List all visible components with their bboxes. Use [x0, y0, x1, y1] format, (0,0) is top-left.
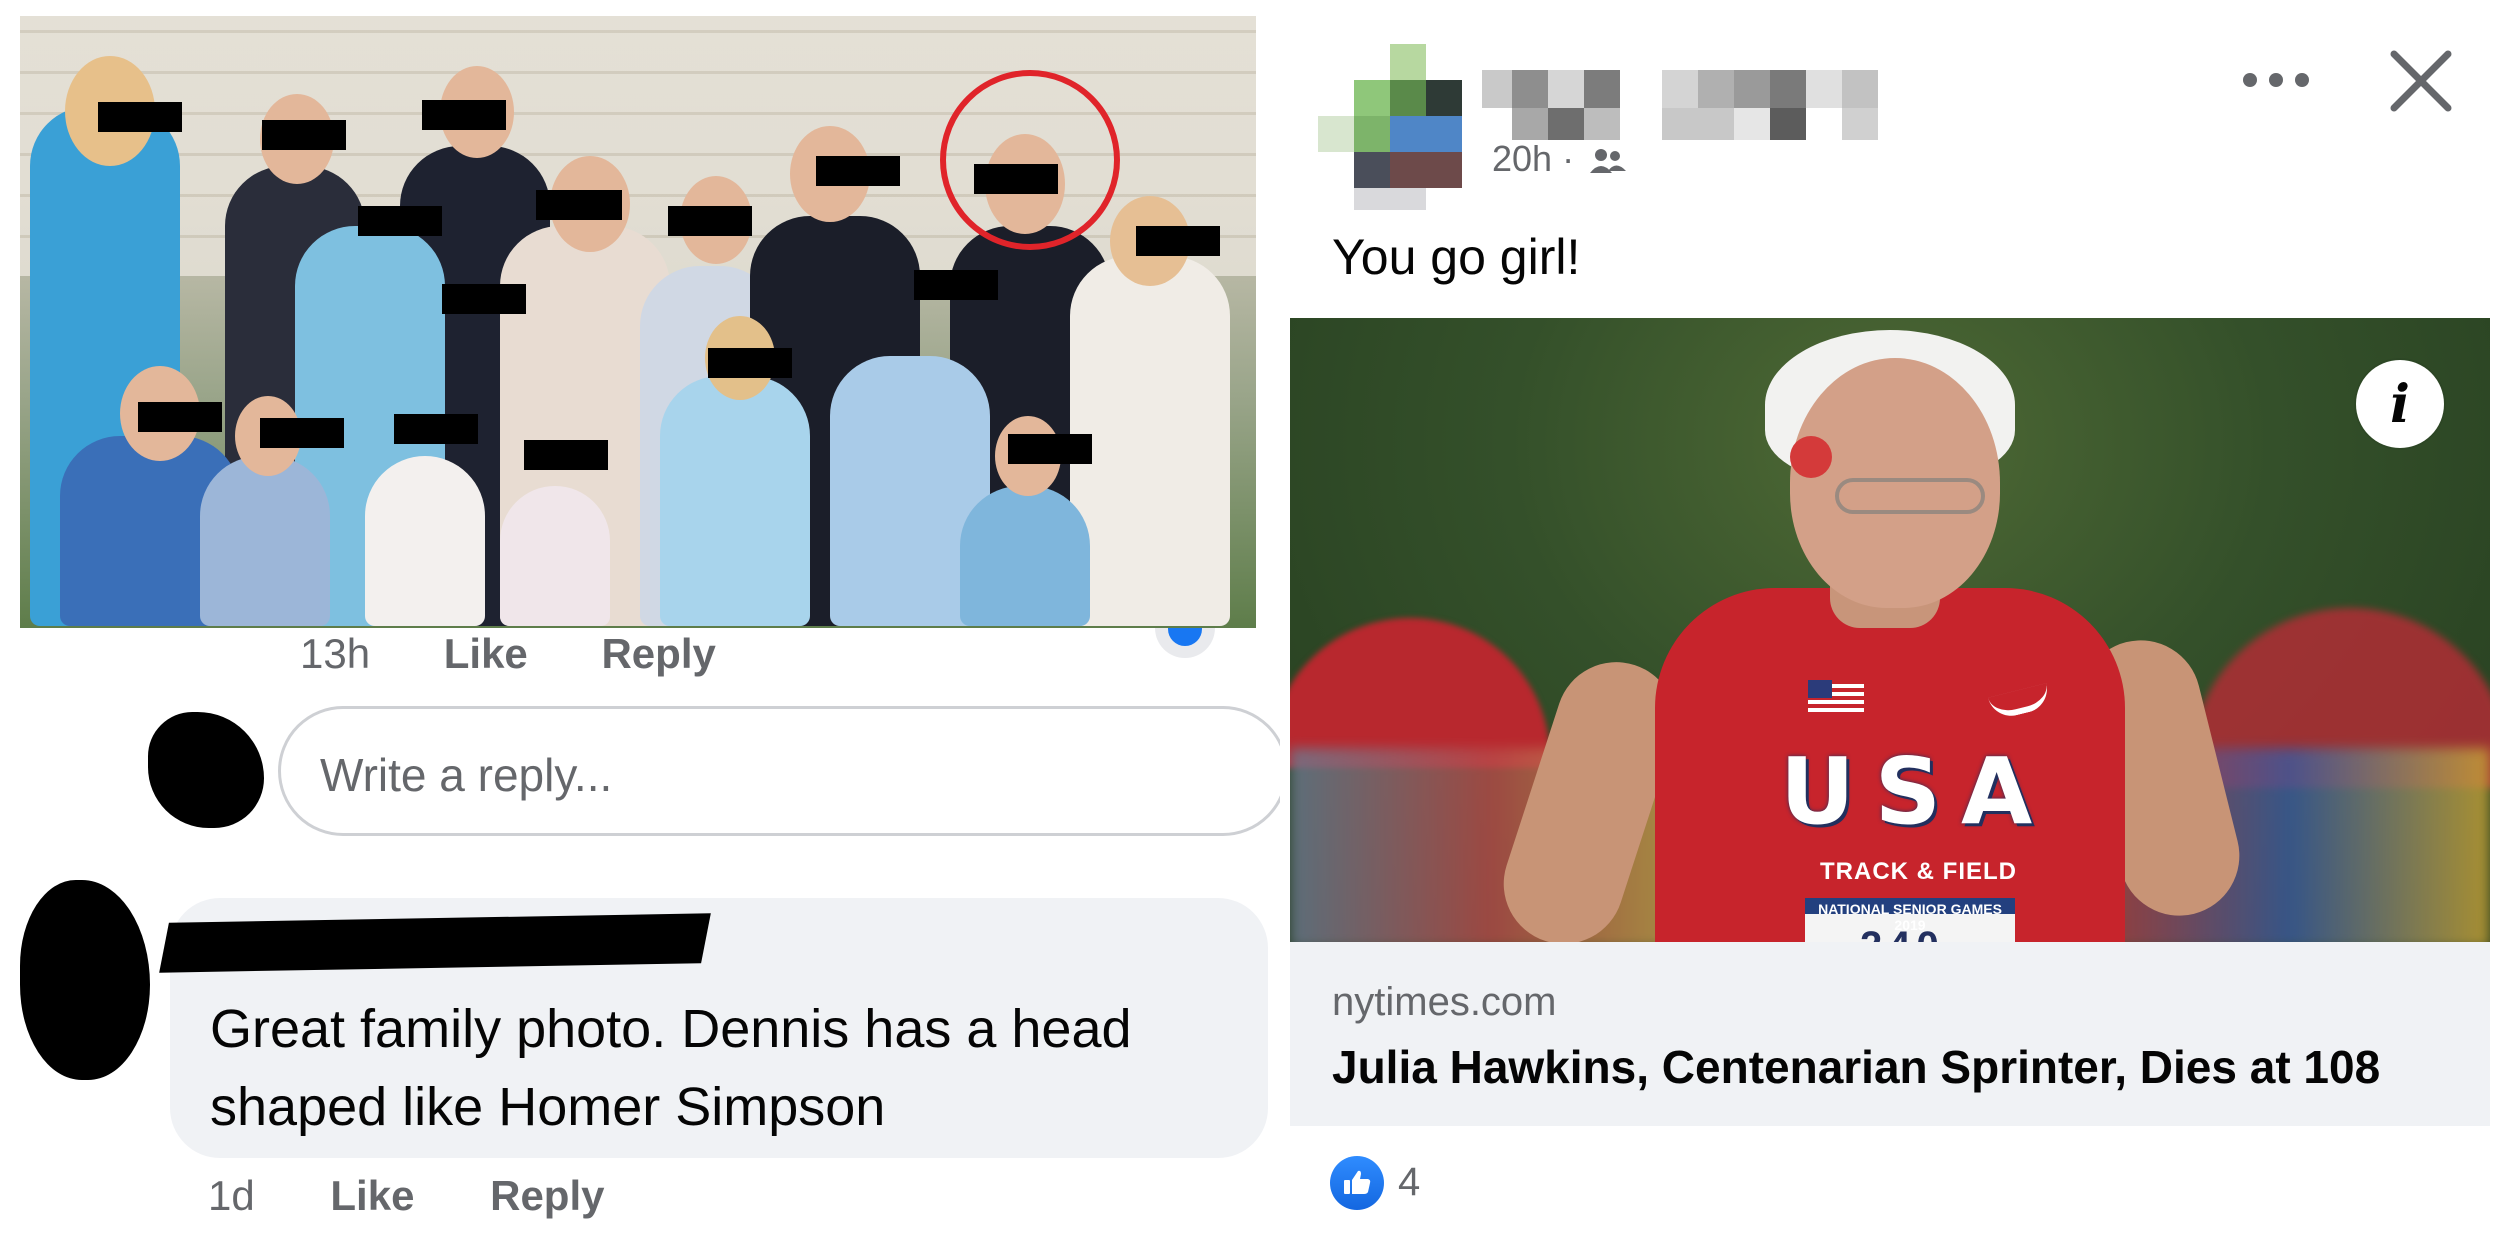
reply-link[interactable]: Reply	[601, 630, 715, 677]
comment-text: Great family photo. Dennis has a head sh…	[210, 999, 1132, 1137]
face-redaction-bar	[816, 156, 900, 186]
face-redaction-bar	[1008, 434, 1092, 464]
photo-person	[200, 456, 330, 626]
post-timestamp[interactable]: 20h ·	[1492, 138, 1628, 180]
face-redaction-bar	[524, 440, 608, 470]
reaction-count[interactable]: 4	[1398, 1160, 1420, 1205]
comment-meta: 1d Like Reply	[208, 1172, 604, 1220]
redacted-avatar	[148, 712, 264, 828]
face-redaction-bar	[1136, 226, 1220, 256]
photo-person	[1070, 256, 1230, 626]
link-domain: nytimes.com	[1332, 980, 1557, 1024]
comment-time: 1d	[208, 1172, 255, 1219]
face-redaction-bar	[708, 348, 792, 378]
link-title[interactable]: Julia Hawkins, Centenarian Sprinter, Die…	[1332, 1040, 2380, 1094]
redacted-commenter-name	[159, 913, 711, 973]
face-redaction-bar	[422, 100, 506, 130]
like-link[interactable]: Like	[330, 1172, 414, 1219]
reaction-badge-icon	[1155, 628, 1215, 658]
post-time-text: 20h ·	[1492, 138, 1575, 179]
comment-time: 13h	[300, 630, 371, 677]
pixelated-avatar[interactable]	[1318, 44, 1464, 210]
face-redaction-bar	[668, 206, 752, 236]
face-redaction-bar	[98, 102, 182, 132]
like-link[interactable]: Like	[444, 630, 528, 677]
photo-person	[500, 486, 610, 626]
hair-flower	[1790, 436, 1832, 478]
face-redaction-bar	[138, 402, 222, 432]
face-redaction-bar	[536, 190, 622, 220]
background-tent	[1290, 618, 1550, 768]
photo-person	[960, 486, 1090, 626]
photo-person	[660, 376, 810, 626]
link-preview-footer[interactable]	[1290, 942, 2490, 1126]
reply-link[interactable]: Reply	[490, 1172, 604, 1219]
runner-glasses	[1835, 478, 1985, 514]
shirt-sublettering: TRACK & FIELD	[1820, 858, 2017, 885]
face-redaction-bar	[442, 284, 526, 314]
friends-icon	[1590, 149, 1627, 174]
more-options-icon[interactable]	[2236, 60, 2316, 100]
close-icon[interactable]	[2388, 48, 2454, 114]
us-flag-icon	[1808, 680, 1864, 714]
like-icon[interactable]	[1330, 1156, 1384, 1210]
previous-comment-meta: 13h Like Reply	[300, 630, 778, 678]
race-bib-number: 240	[1860, 924, 1945, 942]
reply-input-placeholder: Write a reply...	[320, 749, 613, 801]
shirt-lettering: USA	[1780, 738, 2053, 845]
comment-thread-panel: 13h Like Reply Write a reply... Great fa…	[0, 0, 1280, 1250]
post-text: You go girl!	[1332, 229, 1581, 285]
face-redaction-bar	[914, 270, 998, 300]
redacted-avatar	[20, 880, 150, 1080]
face-redaction-bar	[262, 120, 346, 150]
face-redaction-bar	[394, 414, 478, 444]
pixelated-author-name[interactable]	[1482, 70, 1882, 146]
face-redaction-bar	[260, 418, 344, 448]
red-circle-annotation	[940, 70, 1120, 250]
info-icon[interactable]: i	[2356, 360, 2444, 448]
photo-person	[365, 456, 485, 626]
face-redaction-bar	[358, 206, 442, 236]
link-preview-image[interactable]: USA TRACK & FIELD NATIONAL SENIOR GAMES …	[1290, 318, 2490, 942]
family-photo[interactable]	[20, 16, 1256, 628]
